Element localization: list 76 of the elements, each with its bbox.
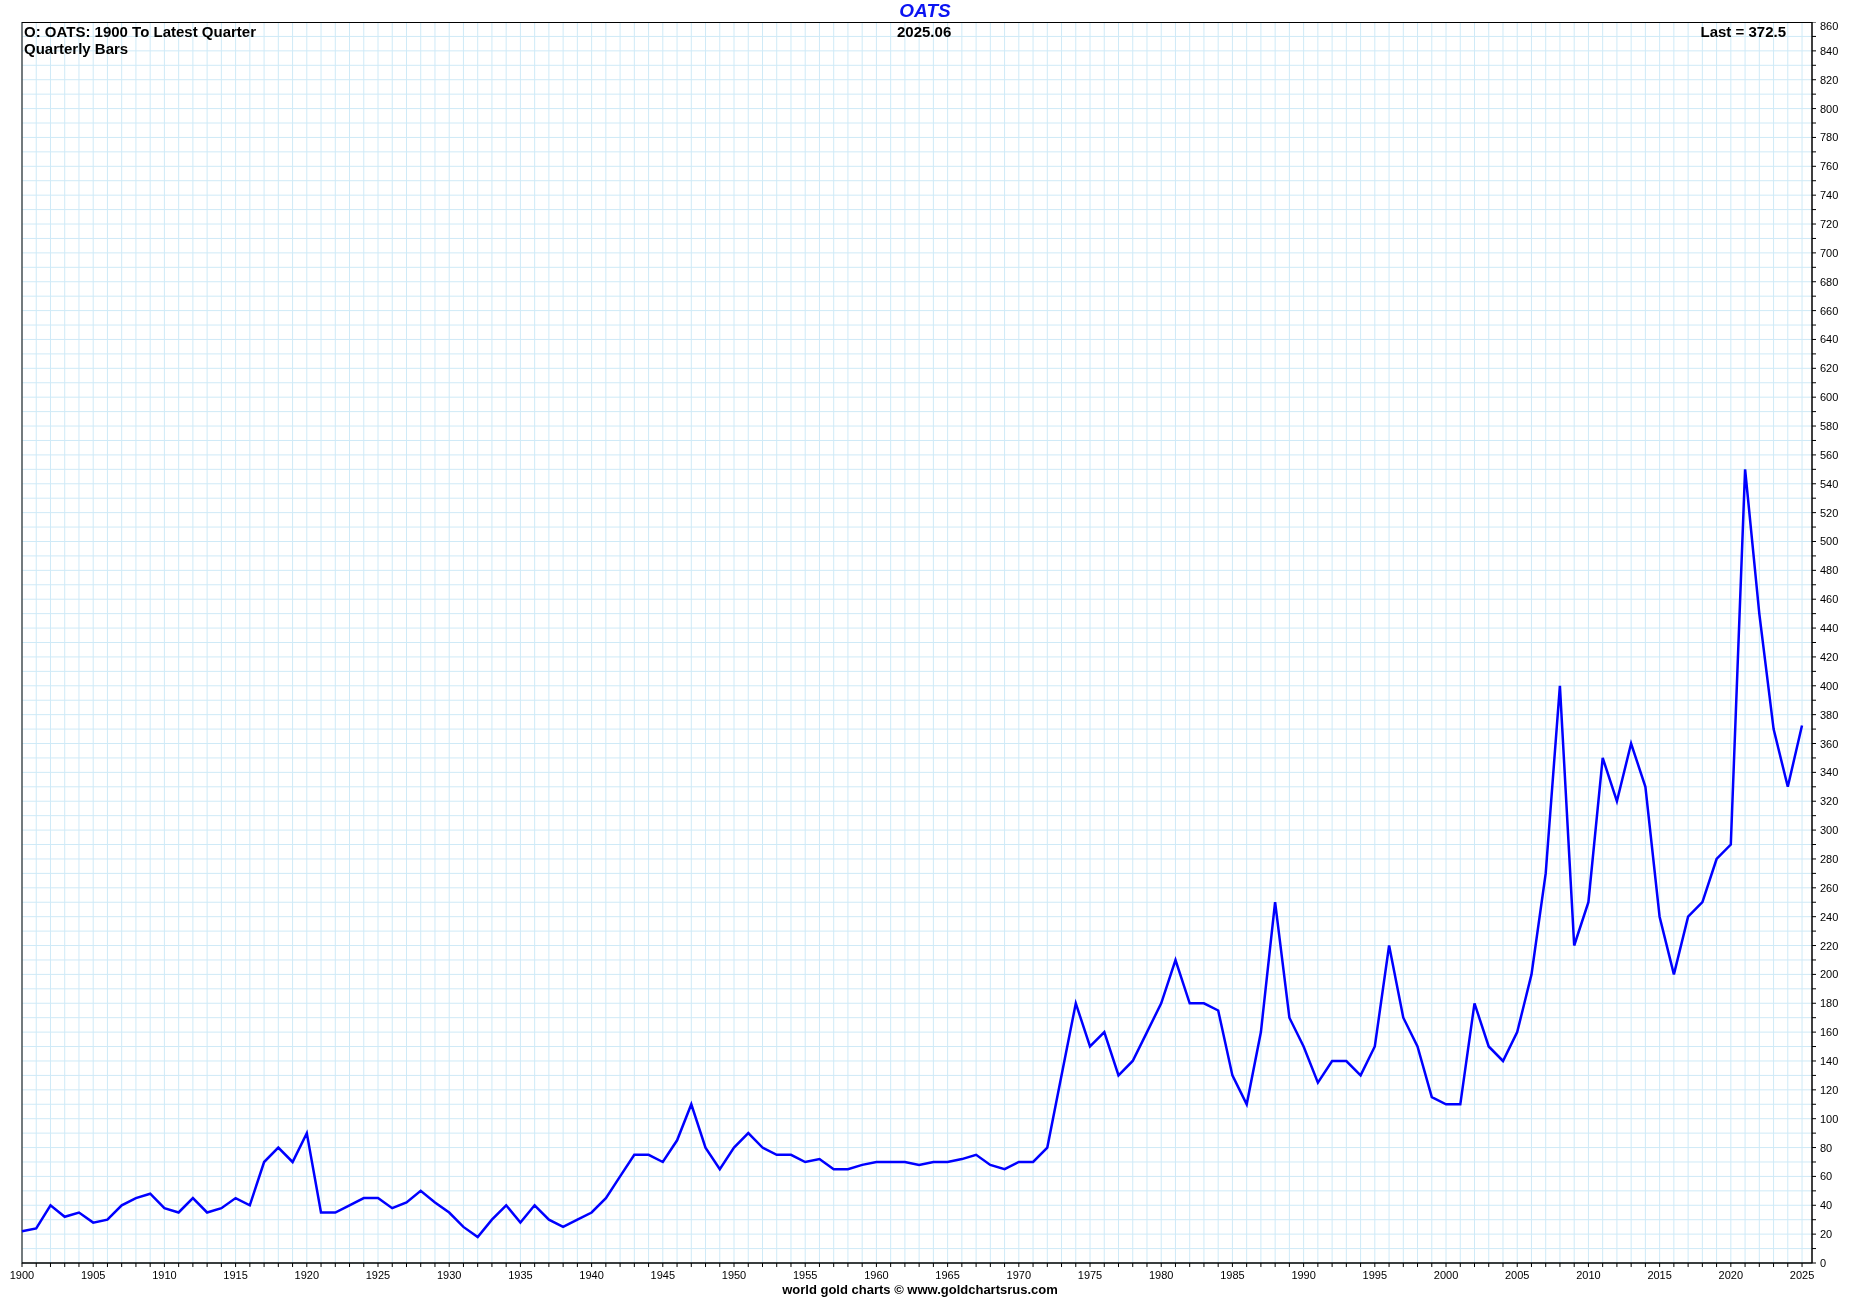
axis-tick-label: 40 [1820,1199,1833,1212]
axis-tick-label: 1995 [1362,1269,1388,1281]
axis-tick-label: 2010 [1576,1269,1601,1281]
axis-tick-label: 1920 [294,1269,320,1281]
axis-tick-label: 240 [1820,910,1839,923]
axis-tick-label: 520 [1820,506,1839,519]
axis-tick-label: 1940 [579,1269,604,1281]
axis-tick-label: 780 [1820,131,1839,144]
axis-tick-label: 1950 [721,1269,747,1281]
axis-tick-label: 400 [1820,679,1839,692]
axis-tick-label: 580 [1820,420,1839,433]
axis-tick-label: 500 [1820,535,1839,548]
axis-tick-label: 760 [1820,160,1839,173]
axis-tick-label: 1925 [365,1269,391,1281]
axis-tick-label: 1900 [9,1269,35,1281]
axis-tick-label: 2005 [1505,1269,1530,1281]
axis-tick-label: 20 [1820,1228,1833,1241]
axis-tick-label: 860 [1820,22,1839,32]
axis-tick-label: 460 [1820,593,1839,606]
axis-tick-label: 1955 [792,1269,818,1281]
axis-tick-label: 420 [1820,650,1839,663]
axis-tick-label: 1965 [935,1269,960,1281]
axis-tick-label: 620 [1820,362,1839,375]
axis-tick-label: 820 [1820,73,1839,86]
axis-tick-label: 1930 [436,1269,462,1281]
axis-tick-label: 340 [1820,766,1839,779]
axis-tick-label: 180 [1820,997,1839,1010]
axis-tick-label: 800 [1820,102,1839,115]
axis-tick-label: 140 [1820,1055,1839,1067]
axis-tick-label: 1990 [1291,1269,1316,1281]
axis-tick-label: 1905 [80,1269,106,1281]
axis-tick-label: 720 [1820,218,1839,230]
axis-tick-label: 380 [1820,708,1839,721]
axis-tick-label: 2020 [1718,1269,1744,1281]
axis-tick-label: 1910 [152,1269,177,1281]
axis-tick-label: 640 [1820,333,1839,346]
axis-tick-label: 0 [1820,1257,1827,1269]
last-value-label: Last = 372.5 [1700,23,1786,40]
axis-tick-label: 660 [1820,304,1839,317]
axis-tick-label: 440 [1820,622,1839,635]
axis-tick-label: 120 [1820,1083,1839,1096]
footer-credit: world gold charts © www.goldchartsrus.com [782,1282,1058,1297]
chart-subtitle: Quarterly Bars [24,40,130,57]
axis-tick-label: 560 [1820,448,1839,461]
chart-title: OATS [899,0,951,22]
axis-tick-label: 1975 [1077,1269,1103,1281]
axis-tick-label: 1915 [223,1269,248,1281]
axis-tick-label: 280 [1820,852,1839,865]
axis-tick-label: 160 [1820,1026,1839,1039]
axis-tick-label: 360 [1820,737,1839,750]
axis-tick-label: 2025 [1789,1269,1815,1281]
axis-tick-label: 540 [1820,477,1839,490]
chart-subtitle: O: OATS: 1900 To Latest Quarter [24,23,256,40]
axis-tick-label: 80 [1820,1141,1833,1154]
axis-tick-label: 60 [1820,1170,1833,1183]
axis-tick-label: 840 [1820,44,1839,57]
axis-tick-label: 1945 [650,1269,676,1281]
date-label: 2025.06 [897,23,952,40]
axis-tick-label: 100 [1820,1112,1839,1125]
axis-tick-label: 300 [1820,824,1839,837]
axis-tick-label: 1935 [508,1269,533,1281]
axis-tick-label: 600 [1820,391,1839,404]
axis-tick-label: 2015 [1647,1269,1672,1281]
axis-tick-label: 700 [1820,246,1839,259]
axis-tick-label: 2000 [1433,1269,1459,1281]
axis-tick-label: 200 [1820,968,1839,981]
axis-tick-label: 480 [1820,564,1839,577]
axis-tick-label: 680 [1820,275,1839,288]
axis-tick-label: 1970 [1006,1269,1032,1281]
axis-tick-label: 1985 [1220,1269,1245,1281]
axis-tick-label: 220 [1820,939,1839,952]
axis-tick-label: 260 [1820,881,1839,894]
axis-tick-label: 740 [1820,189,1839,202]
axis-tick-label: 320 [1820,795,1839,808]
axis-tick-label: 1960 [864,1269,889,1281]
axis-tick-label: 1980 [1149,1269,1174,1281]
